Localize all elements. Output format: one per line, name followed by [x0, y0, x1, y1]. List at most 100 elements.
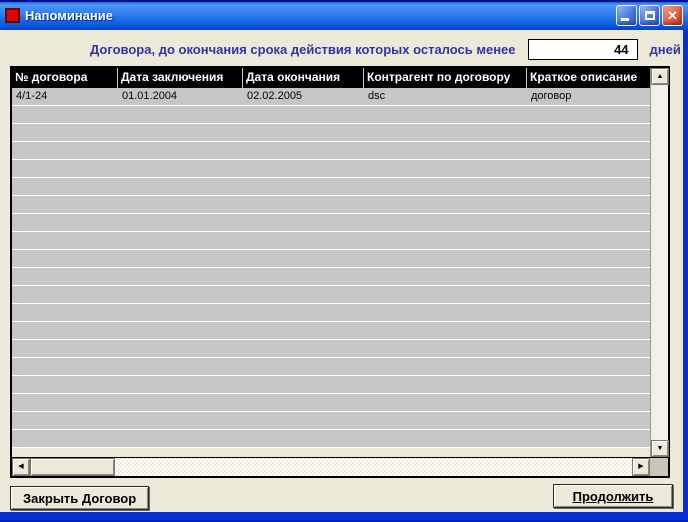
- table-cell: [364, 268, 527, 285]
- table-cell: [12, 412, 118, 429]
- scroll-left-button[interactable]: ◀: [12, 458, 30, 476]
- table-cell: [243, 142, 364, 159]
- table-cell: [118, 160, 243, 177]
- table-cell: [118, 214, 243, 231]
- filter-label: Договора, до окончания срока действия ко…: [90, 42, 516, 57]
- days-input[interactable]: [527, 39, 638, 60]
- table-cell: 4/1-24: [16, 90, 48, 102]
- table-cell: [118, 412, 243, 429]
- table-row-empty: [12, 394, 650, 412]
- table-main: № договора Дата заключения Дата окончания К…: [12, 68, 650, 457]
- table-cell: [243, 124, 364, 141]
- table-cell: [527, 358, 650, 375]
- table-cell: [243, 214, 364, 231]
- table-cell: [118, 304, 243, 321]
- table-row-empty: [12, 340, 650, 358]
- vertical-scroll-track[interactable]: [651, 85, 668, 440]
- table-cell: [364, 304, 527, 321]
- table-cell: [118, 358, 243, 375]
- table-row-empty: [12, 178, 650, 196]
- continue-button[interactable]: Продолжить: [553, 484, 673, 508]
- table-cell: [118, 250, 243, 267]
- table-cell: [118, 178, 243, 195]
- table-cell: [527, 286, 650, 303]
- maximize-icon: [645, 10, 655, 20]
- table-cell: [527, 196, 650, 213]
- table-cell: [364, 250, 527, 267]
- header-cell[interactable]: Дата окончания: [243, 68, 364, 88]
- table-cell: [118, 376, 243, 393]
- table-cell: [243, 412, 364, 429]
- table-cell: [364, 142, 527, 159]
- table-cell: [12, 160, 118, 177]
- minimize-button[interactable]: [616, 4, 637, 26]
- table-cell: [527, 394, 650, 411]
- table-cell: [12, 358, 118, 375]
- table-cell: [243, 106, 364, 123]
- header-cell[interactable]: Краткое описание: [527, 68, 650, 88]
- table-cell: [12, 250, 118, 267]
- window-bottom-border: [0, 512, 688, 522]
- table-row-empty: [12, 214, 650, 232]
- table-row-empty: [12, 124, 650, 142]
- table-cell: [527, 124, 650, 141]
- table-cell: [527, 178, 650, 195]
- table-cell: [243, 232, 364, 249]
- dialog-body: Договора, до окончания срока действия ко…: [0, 30, 688, 512]
- table-cell: [118, 394, 243, 411]
- table-cell: [12, 196, 118, 213]
- table-cell: [118, 340, 243, 357]
- table-cell: [12, 268, 118, 285]
- maximize-button[interactable]: [639, 4, 660, 26]
- table-cell: [12, 430, 118, 447]
- table-cell: [527, 214, 650, 231]
- table-cell: [364, 160, 527, 177]
- table-cell: [118, 106, 243, 123]
- header-cell[interactable]: Контрагент по договору: [364, 68, 527, 88]
- app-icon: [5, 7, 20, 23]
- table-cell: [243, 376, 364, 393]
- title-bar: Напоминание ✕: [0, 0, 688, 30]
- scroll-up-button[interactable]: ▲: [651, 68, 669, 85]
- table-row-empty: [12, 304, 650, 322]
- table-cell: договор: [531, 90, 572, 102]
- table-cell: [12, 304, 118, 321]
- header-cell[interactable]: № договора: [12, 68, 118, 88]
- table-cell: [243, 196, 364, 213]
- table-cell: [527, 304, 650, 321]
- scroll-right-icon: ▶: [638, 463, 644, 470]
- table-cell: [364, 340, 527, 357]
- table-cell: [118, 286, 243, 303]
- close-button[interactable]: ✕: [662, 4, 683, 26]
- table-cell: [12, 394, 118, 411]
- horizontal-scrollbar[interactable]: ◀ ▶: [12, 457, 650, 476]
- table-row-empty: [12, 196, 650, 214]
- table-row-empty: [12, 358, 650, 376]
- table-cell: 02.02.2005: [247, 90, 303, 102]
- vertical-scrollbar[interactable]: ▲ ▼: [650, 68, 669, 457]
- horizontal-scroll-track[interactable]: [115, 458, 632, 476]
- close-contract-button[interactable]: Закрыть Договор: [10, 486, 150, 510]
- table-cell: [364, 214, 527, 231]
- scroll-right-button[interactable]: ▶: [632, 458, 650, 476]
- table-cell: [243, 394, 364, 411]
- scroll-down-button[interactable]: ▼: [651, 440, 669, 457]
- table-cell: [364, 232, 527, 249]
- table-row-empty: [12, 250, 650, 268]
- horizontal-scroll-thumb[interactable]: [30, 458, 115, 476]
- table-cell: [364, 430, 527, 447]
- table-cell: [12, 232, 118, 249]
- header-cell[interactable]: Дата заключения: [118, 68, 243, 88]
- table-row-empty: [12, 232, 650, 250]
- table-cell: [12, 106, 118, 123]
- table-cell: [12, 214, 118, 231]
- table-row-empty: [12, 286, 650, 304]
- table-row-empty: [12, 412, 650, 430]
- table-rows: 4/1-24 01.01.2004 02.02.2005 dsc договор: [12, 88, 650, 457]
- table-cell: [118, 268, 243, 285]
- table-cell: [118, 124, 243, 141]
- table-row-empty: [12, 160, 650, 178]
- table-cell: [527, 340, 650, 357]
- table-row[interactable]: 4/1-24 01.01.2004 02.02.2005 dsc договор: [12, 88, 650, 106]
- table-cell: [243, 358, 364, 375]
